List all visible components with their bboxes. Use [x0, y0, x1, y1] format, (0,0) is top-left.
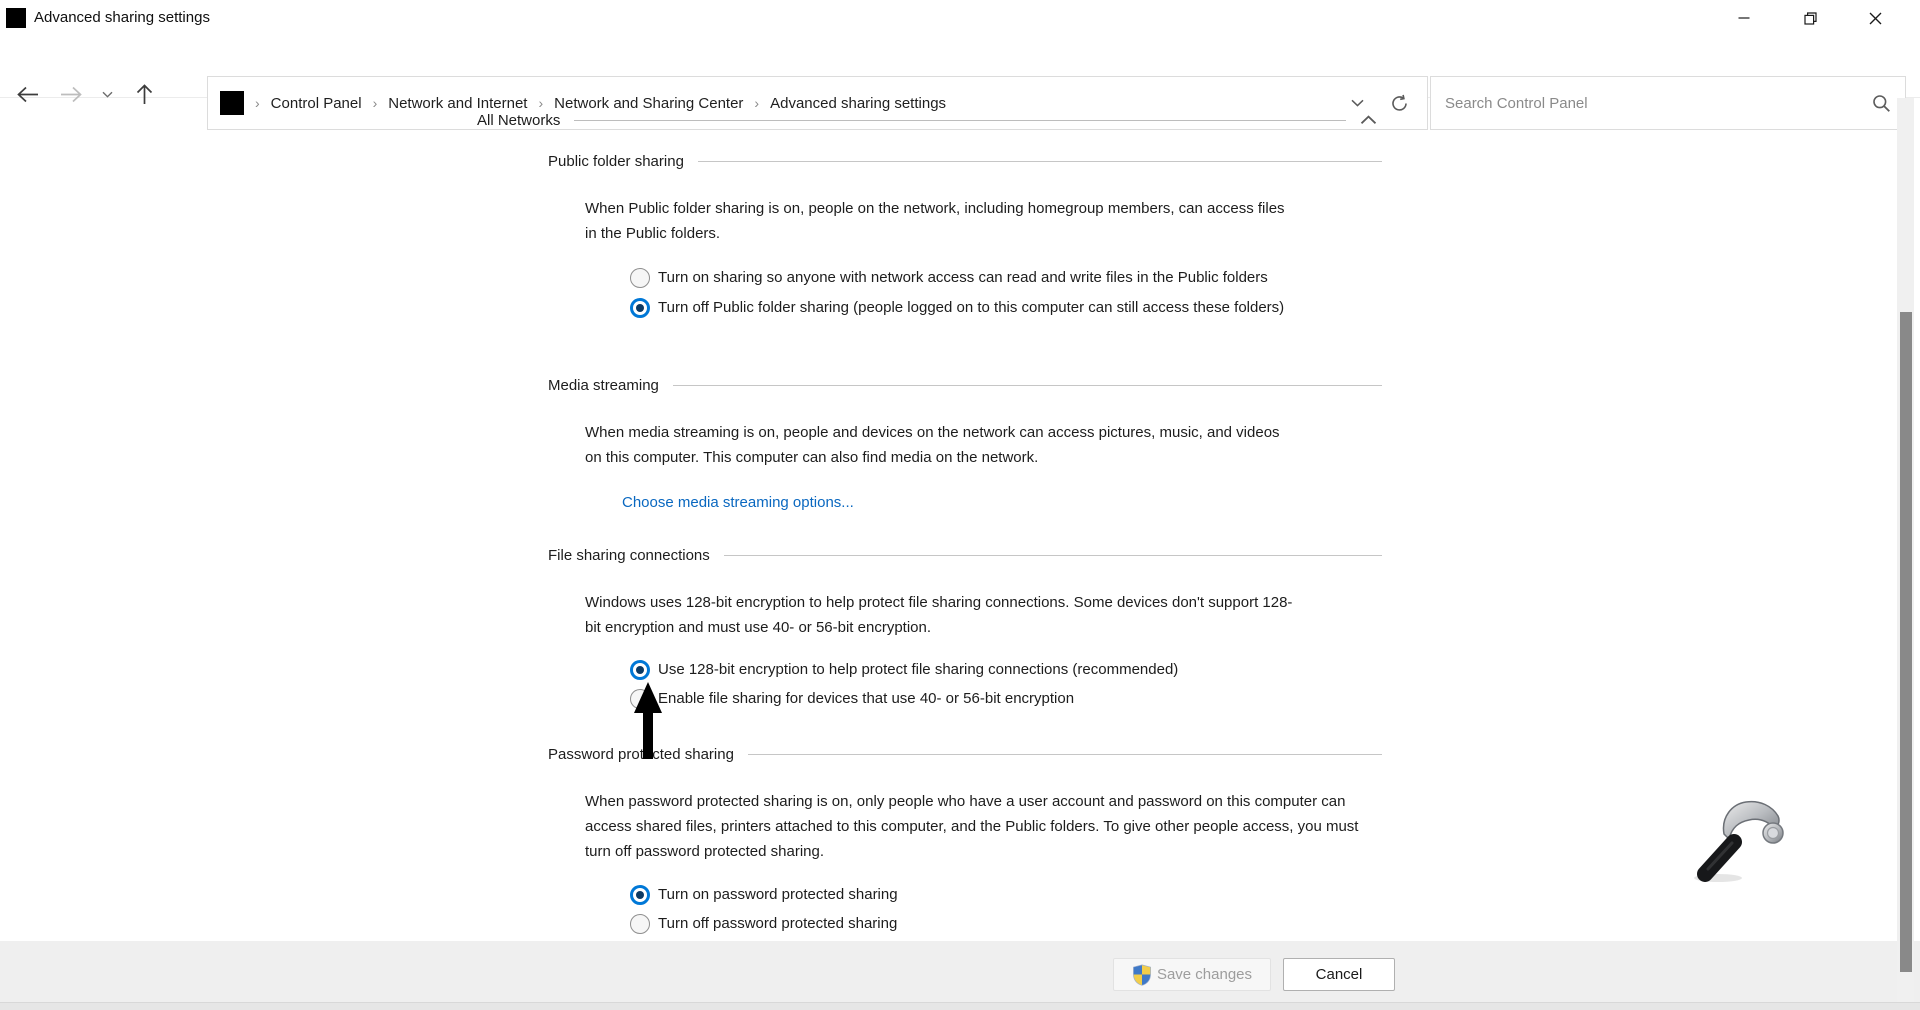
app-icon	[6, 8, 26, 28]
section-divider	[698, 161, 1382, 162]
public-folder-description: When Public folder sharing is on, people…	[585, 196, 1295, 246]
radio-label[interactable]: Turn off password protected sharing	[658, 912, 897, 936]
close-button[interactable]	[1852, 0, 1898, 36]
breadcrumb-separator: ›	[362, 95, 389, 111]
subsection-title: File sharing connections	[548, 547, 710, 564]
subsection-media-streaming: Media streaming	[548, 373, 1382, 397]
title-bar: Advanced sharing settings	[0, 0, 1920, 36]
section-divider	[748, 754, 1382, 755]
file-sharing-description: Windows uses 128-bit encryption to help …	[585, 590, 1295, 640]
save-changes-label: Save changes	[1157, 966, 1252, 983]
search-box	[1430, 76, 1906, 130]
radio-option-turn-off-public-sharing[interactable]: Turn off Public folder sharing (people l…	[630, 296, 1330, 320]
section-title: All Networks	[477, 112, 560, 129]
breadcrumb-separator: ›	[244, 95, 271, 111]
up-button[interactable]	[128, 80, 160, 108]
radio-label[interactable]: Turn on password protected sharing	[658, 883, 898, 907]
save-changes-button[interactable]: Save changes	[1113, 958, 1271, 991]
section-divider	[673, 385, 1382, 386]
radio-label[interactable]: Use 128-bit encryption to help protect f…	[658, 658, 1178, 682]
radio-checked-icon[interactable]	[630, 885, 650, 905]
section-all-networks: All Networks	[477, 108, 1377, 132]
up-icon	[136, 83, 153, 106]
restore-icon	[1804, 12, 1817, 25]
vertical-scrollbar-thumb[interactable]	[1900, 312, 1912, 972]
address-dropdown-icon[interactable]	[1351, 99, 1364, 107]
subsection-file-sharing-connections: File sharing connections	[548, 543, 1382, 567]
radio-option-turn-on-password-sharing[interactable]: Turn on password protected sharing	[630, 883, 898, 907]
subsection-title: Media streaming	[548, 377, 659, 394]
hammer-cursor-icon	[1688, 790, 1792, 882]
minimize-icon	[1738, 12, 1750, 24]
history-dropdown-icon	[102, 91, 113, 98]
password-protected-description: When password protected sharing is on, o…	[585, 789, 1360, 864]
choose-media-streaming-options-link[interactable]: Choose media streaming options...	[622, 494, 854, 511]
radio-checked-icon[interactable]	[630, 298, 650, 318]
section-divider	[574, 120, 1346, 121]
close-icon	[1869, 12, 1882, 25]
window-title: Advanced sharing settings	[34, 9, 210, 26]
subsection-public-folder-sharing: Public folder sharing	[548, 149, 1382, 173]
window-bottom-edge	[0, 1002, 1920, 1010]
subsection-password-protected-sharing: Password protected sharing	[548, 742, 1382, 766]
search-input[interactable]	[1445, 95, 1872, 112]
media-streaming-description: When media streaming is on, people and d…	[585, 420, 1295, 470]
radio-checked-icon[interactable]	[630, 660, 650, 680]
radio-option-40-56bit-encryption[interactable]: Enable file sharing for devices that use…	[630, 687, 1074, 711]
section-divider	[724, 555, 1382, 556]
radio-label[interactable]: Enable file sharing for devices that use…	[658, 687, 1074, 711]
radio-option-128bit-encryption[interactable]: Use 128-bit encryption to help protect f…	[630, 658, 1178, 682]
footer-bar	[0, 941, 1920, 1002]
up-arrow-annotation-icon	[633, 682, 663, 760]
refresh-icon[interactable]	[1390, 94, 1409, 113]
forward-icon	[59, 86, 83, 103]
back-button[interactable]	[12, 80, 44, 108]
radio-option-turn-on-public-sharing[interactable]: Turn on sharing so anyone with network a…	[630, 266, 1268, 290]
minimize-button[interactable]	[1721, 0, 1767, 36]
uac-shield-icon	[1132, 964, 1152, 986]
radio-label[interactable]: Turn off Public folder sharing (people l…	[658, 296, 1330, 320]
radio-option-turn-off-password-sharing[interactable]: Turn off password protected sharing	[630, 912, 897, 936]
back-icon	[16, 86, 40, 103]
breadcrumb-control-panel[interactable]: Control Panel	[271, 95, 362, 112]
subsection-title: Public folder sharing	[548, 153, 684, 170]
restore-button[interactable]	[1787, 0, 1833, 36]
cancel-button[interactable]: Cancel	[1283, 958, 1395, 991]
navigation-bar: › Control Panel › Network and Internet ›…	[0, 36, 1920, 98]
location-icon	[220, 91, 244, 115]
radio-unchecked-icon[interactable]	[630, 268, 650, 288]
collapse-chevron-icon[interactable]	[1360, 115, 1377, 125]
radio-label[interactable]: Turn on sharing so anyone with network a…	[658, 266, 1268, 290]
recent-locations-button[interactable]	[96, 80, 118, 108]
forward-button[interactable]	[55, 80, 87, 108]
search-icon[interactable]	[1872, 94, 1891, 113]
cancel-label: Cancel	[1316, 966, 1363, 983]
radio-unchecked-icon[interactable]	[630, 914, 650, 934]
